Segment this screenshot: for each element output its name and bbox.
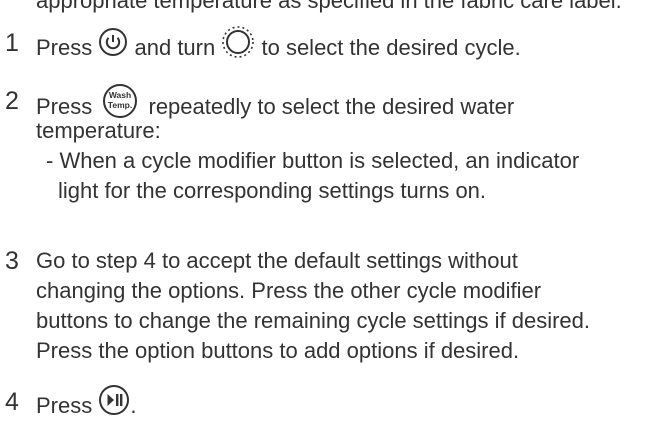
power-button-icon bbox=[98, 27, 128, 65]
step-number: 2 bbox=[5, 87, 19, 115]
cycle-dial-icon bbox=[221, 25, 255, 67]
step-2-repeatedly-label: repeatedly to select the desired water bbox=[148, 93, 515, 119]
step-text: Press and turn to select the desired cyc… bbox=[36, 26, 656, 60]
step-4-press-label: Press bbox=[36, 392, 93, 418]
step-2-note-line-1: - When a cycle modifier button is select… bbox=[46, 148, 580, 173]
wash-temp-label-top: Wash bbox=[109, 90, 131, 100]
step-number: 4 bbox=[5, 388, 19, 416]
step-number: 1 bbox=[5, 29, 19, 57]
instruction-page: appropriate temperature as specified in … bbox=[0, 0, 660, 420]
step-2-note-line-2: light for the corresponding settings tur… bbox=[58, 178, 487, 203]
step-text: Press . bbox=[36, 385, 656, 418]
step-1-press-label: Press bbox=[36, 34, 93, 60]
step-3-line-2: changing the options. Press the other cy… bbox=[36, 278, 542, 303]
intro-text: appropriate temperature as specified in … bbox=[36, 0, 622, 13]
step-text: Press Wash Temp. repeatedly to select th… bbox=[36, 83, 656, 206]
step-1-select-cycle-label: to select the desired cycle. bbox=[261, 34, 521, 60]
step-4-period: . bbox=[130, 392, 137, 418]
step-3-line-4: Press the option buttons to add options … bbox=[36, 338, 520, 363]
step-3-line-1: Go to step 4 to accept the default setti… bbox=[36, 248, 518, 273]
step-text: Go to step 4 to accept the default setti… bbox=[36, 246, 656, 366]
wash-temp-label-bottom: Temp. bbox=[108, 100, 132, 110]
start-pause-button-icon bbox=[98, 384, 130, 424]
step-number: 3 bbox=[5, 247, 19, 275]
step-1-and-turn-label: and turn bbox=[134, 34, 216, 60]
step-3-line-3: buttons to change the remaining cycle se… bbox=[36, 308, 590, 333]
wash-temp-button-icon: Wash Temp. bbox=[98, 83, 142, 127]
